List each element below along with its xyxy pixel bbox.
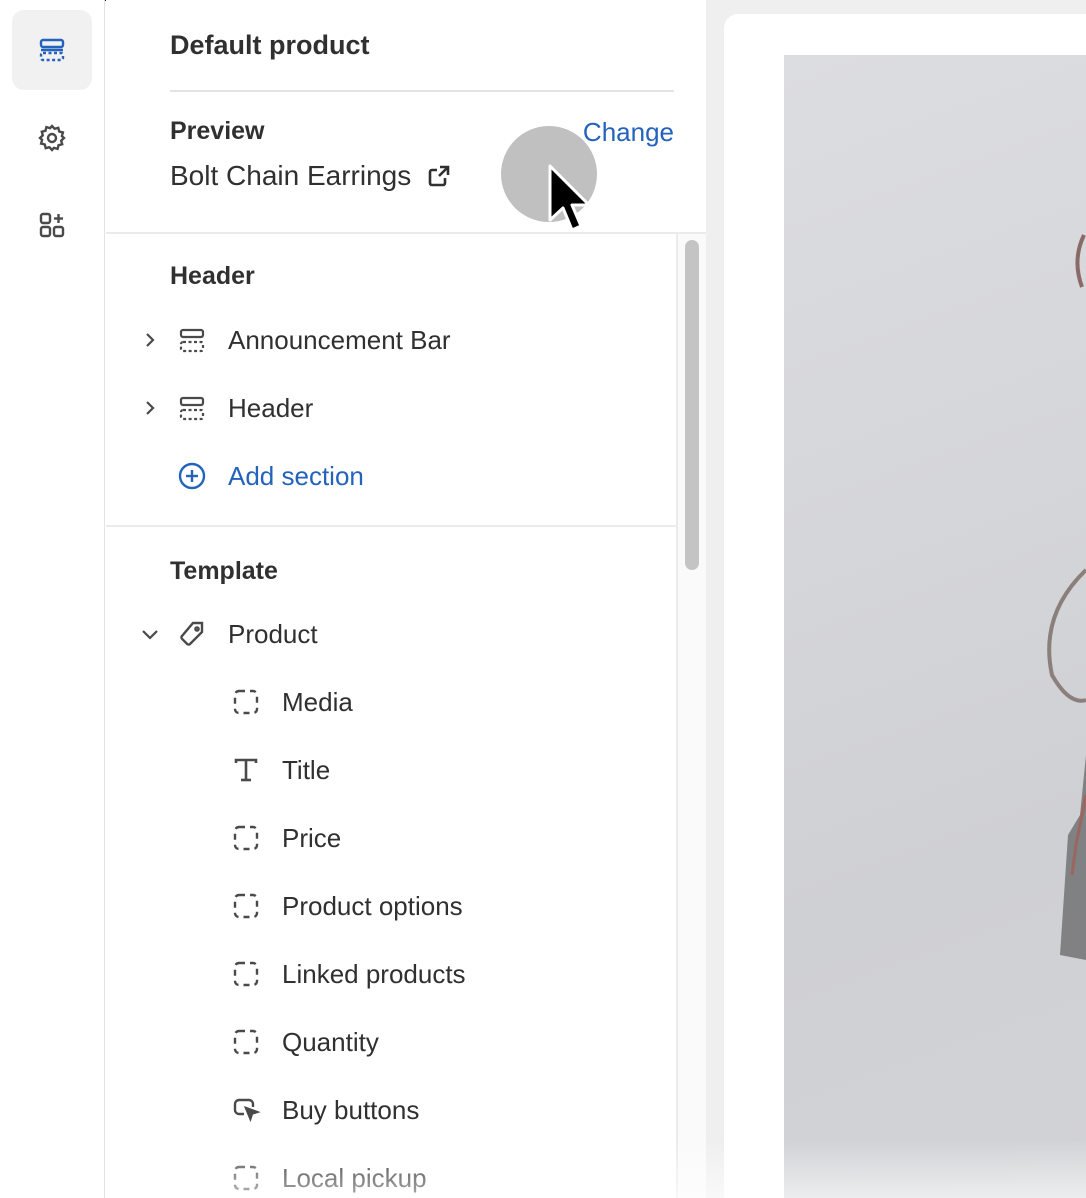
block-dashed-icon bbox=[230, 686, 262, 718]
section-layout-icon bbox=[176, 392, 208, 424]
block-item-label: Buy buttons bbox=[282, 1094, 420, 1125]
cursor-button-icon bbox=[230, 1094, 262, 1126]
block-dashed-icon bbox=[230, 890, 262, 922]
chevron-right-icon[interactable] bbox=[136, 326, 164, 354]
add-section-label: Add section bbox=[228, 460, 364, 491]
section-item-label: Header bbox=[228, 392, 314, 423]
tag-icon bbox=[176, 618, 208, 650]
title-divider bbox=[170, 90, 674, 92]
block-dashed-icon bbox=[230, 1162, 262, 1194]
block-dashed-icon bbox=[230, 822, 262, 854]
header-group-label: Header bbox=[170, 262, 255, 290]
apps-nav-button[interactable] bbox=[12, 185, 92, 265]
chevron-down-icon[interactable] bbox=[136, 620, 164, 648]
add-section-button[interactable]: Add section bbox=[136, 448, 666, 504]
group-divider bbox=[106, 525, 678, 527]
gear-icon bbox=[38, 124, 66, 152]
earring-photo-detail bbox=[1047, 234, 1086, 960]
mouse-pointer-icon bbox=[548, 164, 591, 232]
block-item-label: Quantity bbox=[282, 1026, 379, 1057]
block-item-label: Title bbox=[282, 754, 331, 785]
scrollbar-thumb[interactable] bbox=[685, 240, 699, 570]
block-dashed-icon bbox=[230, 1026, 262, 1058]
icon-rail bbox=[0, 0, 105, 1198]
change-preview-link[interactable]: Change bbox=[583, 117, 674, 148]
preview-product-name: Bolt Chain Earrings bbox=[170, 160, 412, 191]
section-layout-icon bbox=[176, 324, 208, 356]
template-group-label: Template bbox=[170, 557, 278, 585]
preview-product[interactable]: Bolt Chain Earrings bbox=[170, 160, 451, 192]
block-item-label: Local pickup bbox=[282, 1162, 427, 1193]
section-item-product[interactable]: Product bbox=[136, 606, 666, 662]
block-item-label: Product options bbox=[282, 890, 463, 921]
plus-circle-icon bbox=[176, 460, 208, 492]
settings-nav-button[interactable] bbox=[12, 98, 92, 178]
external-link-icon[interactable] bbox=[427, 164, 451, 188]
sections-nav-button[interactable] bbox=[12, 10, 92, 90]
preview-label: Preview bbox=[170, 117, 265, 145]
section-item-label: Product bbox=[228, 618, 318, 649]
block-dashed-icon bbox=[230, 958, 262, 990]
text-icon bbox=[230, 754, 262, 786]
section-item-announcement-bar[interactable]: Announcement Bar bbox=[136, 312, 666, 368]
block-item-label: Linked products bbox=[282, 958, 466, 989]
page-title: Default product bbox=[170, 30, 370, 60]
block-item-label: Price bbox=[282, 822, 342, 853]
block-item-label: Media bbox=[282, 686, 353, 717]
sections-icon bbox=[39, 38, 65, 62]
product-image[interactable] bbox=[784, 55, 1086, 1198]
chevron-right-icon[interactable] bbox=[136, 394, 164, 422]
section-item-header[interactable]: Header bbox=[136, 380, 666, 436]
apps-add-icon bbox=[39, 212, 65, 238]
section-item-label: Announcement Bar bbox=[228, 324, 451, 355]
